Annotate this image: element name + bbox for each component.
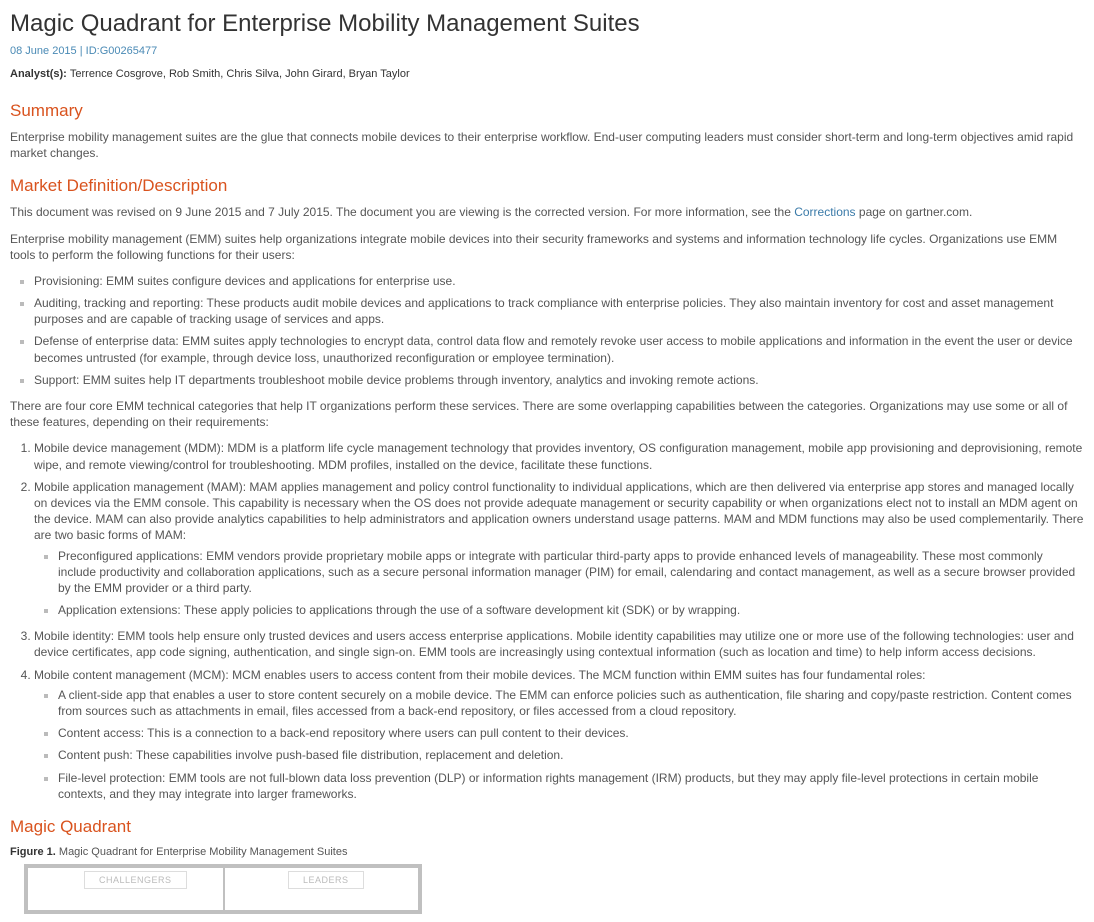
list-item: Content access: This is a connection to … [58,725,1084,741]
corrections-link[interactable]: Corrections [794,205,855,219]
list-item: Mobile application management (MAM): MAM… [34,479,1084,619]
quadrant-chart: CHALLENGERS LEADERS [24,864,422,914]
list-item: Application extensions: These apply poli… [58,602,1084,618]
revision-note: This document was revised on 9 June 2015… [10,204,1084,220]
analysts-line: Analyst(s): Terrence Cosgrove, Rob Smith… [10,67,1084,82]
figure-label: Figure 1. [10,846,59,858]
list-item: Preconfigured applications: EMM vendors … [58,548,1084,597]
list-item: Mobile device management (MDM): MDM is a… [34,440,1084,472]
list-item: A client-side app that enables a user to… [58,687,1084,719]
list-item: Auditing, tracking and reporting: These … [34,295,1084,327]
categories-list: Mobile device management (MDM): MDM is a… [10,440,1084,802]
mam-sublist: Preconfigured applications: EMM vendors … [34,548,1084,619]
market-para-2: There are four core EMM technical catego… [10,398,1084,430]
list-item: Provisioning: EMM suites configure devic… [34,273,1084,289]
list-item-text: Mobile content management (MCM): MCM ena… [34,668,925,682]
revision-prefix: This document was revised on 9 June 2015… [10,205,794,219]
mcm-sublist: A client-side app that enables a user to… [34,687,1084,802]
quadrant-divider [223,868,225,910]
list-item: File-level protection: EMM tools are not… [58,770,1084,802]
list-item: Mobile identity: EMM tools help ensure o… [34,628,1084,660]
quadrant-label-challengers: CHALLENGERS [84,871,187,889]
magic-quadrant-heading: Magic Quadrant [10,816,1084,839]
analysts-label: Analyst(s): [10,68,70,80]
quadrant-label-leaders: LEADERS [288,871,364,889]
list-item: Support: EMM suites help IT departments … [34,372,1084,388]
list-item: Mobile content management (MCM): MCM ena… [34,667,1084,802]
list-item-text: Mobile application management (MAM): MAM… [34,480,1083,543]
revision-suffix: page on gartner.com. [856,205,973,219]
page-title: Magic Quadrant for Enterprise Mobility M… [10,8,1084,40]
figure-caption: Figure 1. Magic Quadrant for Enterprise … [10,845,1084,860]
summary-heading: Summary [10,100,1084,123]
summary-text: Enterprise mobility management suites ar… [10,129,1084,161]
list-item: Defense of enterprise data: EMM suites a… [34,333,1084,365]
list-item: Content push: These capabilities involve… [58,747,1084,763]
document-meta: 08 June 2015 | ID:G00265477 [10,44,1084,59]
market-para-1: Enterprise mobility management (EMM) sui… [10,231,1084,263]
market-heading: Market Definition/Description [10,175,1084,198]
functions-list: Provisioning: EMM suites configure devic… [10,273,1084,388]
analysts-names: Terrence Cosgrove, Rob Smith, Chris Silv… [70,68,410,80]
figure-caption-text: Magic Quadrant for Enterprise Mobility M… [59,846,348,858]
